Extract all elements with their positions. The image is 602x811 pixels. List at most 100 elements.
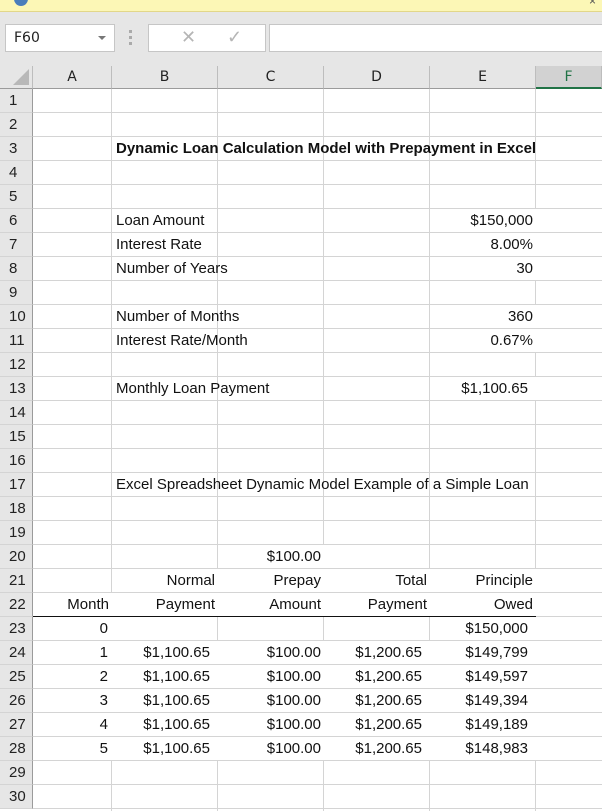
derived-value[interactable]: 360 (430, 305, 536, 328)
table-cell[interactable]: $1,200.65 (324, 713, 430, 736)
table-header[interactable]: Principle (430, 569, 536, 592)
table-header[interactable]: Prepay (218, 569, 324, 592)
column-header-a[interactable]: A (33, 66, 112, 89)
row-header-6[interactable]: 6 (0, 209, 33, 233)
table-cell[interactable]: $1,100.65 (112, 737, 218, 760)
row-header-9[interactable]: 9 (0, 281, 33, 305)
row-header-25[interactable]: 25 (0, 665, 33, 689)
payment-value[interactable]: $1,100.65 (430, 377, 536, 400)
row-header-11[interactable]: 11 (0, 329, 33, 353)
row-header-20[interactable]: 20 (0, 545, 33, 569)
row-header-4[interactable]: 4 (0, 161, 33, 185)
derived-value[interactable]: 0.67% (430, 329, 536, 352)
table-cell[interactable]: 0 (33, 617, 112, 640)
column-header-d[interactable]: D (324, 66, 430, 89)
table-cell[interactable]: $1,200.65 (324, 665, 430, 688)
column-header-f[interactable]: F (536, 66, 602, 89)
enter-icon[interactable]: ✓ (227, 27, 242, 48)
row-header-2[interactable]: 2 (0, 113, 33, 137)
table-cell[interactable]: $100.00 (218, 713, 324, 736)
row-gridline (33, 424, 602, 425)
table-cell[interactable]: $100.00 (218, 641, 324, 664)
row-header-10[interactable]: 10 (0, 305, 33, 329)
row-gridline (33, 160, 602, 161)
table-header[interactable]: Month (33, 593, 112, 616)
table-cell[interactable]: 1 (33, 641, 112, 664)
row-header-3[interactable]: 3 (0, 137, 33, 161)
sheet-title[interactable]: Dynamic Loan Calculation Model with Prep… (112, 137, 602, 160)
cancel-icon[interactable]: ✕ (181, 27, 196, 48)
input-value[interactable]: 8.00% (430, 233, 536, 256)
row-header-23[interactable]: 23 (0, 617, 33, 641)
table-cell[interactable]: $1,200.65 (324, 641, 430, 664)
sheet-subtitle[interactable]: Excel Spreadsheet Dynamic Model Example … (112, 473, 602, 496)
table-cell[interactable]: $148,983 (430, 737, 536, 760)
column-header-b[interactable]: B (112, 66, 218, 89)
table-header[interactable]: Total (324, 569, 430, 592)
table-cell[interactable]: 5 (33, 737, 112, 760)
table-header[interactable]: Amount (218, 593, 324, 616)
formula-input[interactable] (269, 24, 602, 52)
table-cell[interactable]: 4 (33, 713, 112, 736)
input-value[interactable]: 30 (430, 257, 536, 280)
table-cell[interactable]: $1,100.65 (112, 689, 218, 712)
table-cell[interactable]: $100.00 (218, 665, 324, 688)
select-all-button[interactable] (0, 66, 33, 89)
table-cell[interactable]: $149,597 (430, 665, 536, 688)
table-cell[interactable]: $100.00 (218, 737, 324, 760)
table-cell[interactable]: $150,000 (430, 617, 536, 640)
table-cell[interactable]: $1,100.65 (112, 641, 218, 664)
drag-handle-icon[interactable] (129, 30, 133, 46)
row-header-8[interactable]: 8 (0, 257, 33, 281)
row-gridline (33, 280, 602, 281)
row-header-1[interactable]: 1 (0, 89, 33, 113)
table-cell[interactable]: $149,394 (430, 689, 536, 712)
chevron-down-icon[interactable] (98, 36, 106, 40)
derived-label[interactable]: Interest Rate/Month (112, 329, 324, 352)
table-cell[interactable]: $149,189 (430, 713, 536, 736)
row-header-15[interactable]: 15 (0, 425, 33, 449)
row-header-13[interactable]: 13 (0, 377, 33, 401)
table-cell[interactable]: $1,200.65 (324, 689, 430, 712)
table-cell[interactable]: $1,100.65 (112, 665, 218, 688)
table-header[interactable]: Normal (112, 569, 218, 592)
payment-label[interactable]: Monthly Loan Payment (112, 377, 324, 400)
name-box[interactable]: F60 (5, 24, 115, 52)
row-header-24[interactable]: 24 (0, 641, 33, 665)
spreadsheet-grid[interactable]: A B C D E F 1 2 3 4 5 6 7 8 9 10 11 12 13 14 15 16 17 18 19 20 21 2… (0, 66, 602, 811)
row-header-26[interactable]: 26 (0, 689, 33, 713)
input-value[interactable]: $150,000 (430, 209, 536, 232)
row-header-18[interactable]: 18 (0, 497, 33, 521)
row-header-29[interactable]: 29 (0, 761, 33, 785)
table-cell[interactable]: 2 (33, 665, 112, 688)
row-header-12[interactable]: 12 (0, 353, 33, 377)
row-gridline (33, 784, 602, 785)
table-cell[interactable]: $1,100.65 (112, 713, 218, 736)
row-header-28[interactable]: 28 (0, 737, 33, 761)
input-label[interactable]: Loan Amount (112, 209, 324, 232)
row-header-5[interactable]: 5 (0, 185, 33, 209)
table-cell[interactable]: $149,799 (430, 641, 536, 664)
close-icon[interactable]: × (589, 0, 596, 8)
row-header-7[interactable]: 7 (0, 233, 33, 257)
table-cell[interactable]: $100.00 (218, 689, 324, 712)
row-header-19[interactable]: 19 (0, 521, 33, 545)
table-cell[interactable]: $1,200.65 (324, 737, 430, 760)
table-header[interactable]: Owed (430, 593, 536, 616)
column-header-e[interactable]: E (430, 66, 536, 89)
row-header-30[interactable]: 30 (0, 785, 33, 809)
table-header[interactable]: Payment (324, 593, 430, 616)
table-header[interactable]: Payment (112, 593, 218, 616)
column-header-c[interactable]: C (218, 66, 324, 89)
input-label[interactable]: Number of Years (112, 257, 324, 280)
prepay-input-cell[interactable]: $100.00 (218, 545, 324, 568)
row-header-17[interactable]: 17 (0, 473, 33, 497)
row-header-16[interactable]: 16 (0, 449, 33, 473)
derived-label[interactable]: Number of Months (112, 305, 324, 328)
row-header-27[interactable]: 27 (0, 713, 33, 737)
row-header-14[interactable]: 14 (0, 401, 33, 425)
table-cell[interactable]: 3 (33, 689, 112, 712)
input-label[interactable]: Interest Rate (112, 233, 324, 256)
row-header-22[interactable]: 22 (0, 593, 33, 617)
row-header-21[interactable]: 21 (0, 569, 33, 593)
